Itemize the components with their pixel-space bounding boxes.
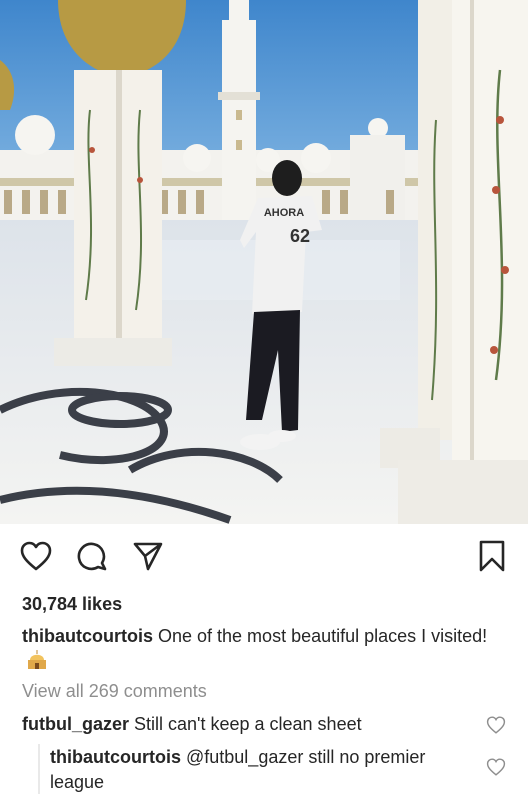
speech-bubble-icon (77, 541, 107, 576)
mosque-emoji-icon (26, 649, 48, 678)
caption-username[interactable]: thibautcourtois (22, 626, 153, 646)
jersey-name: AHORA (264, 207, 304, 219)
comment-text: Still can't keep a clean sheet (129, 714, 362, 734)
save-button[interactable] (472, 538, 512, 578)
post-photo[interactable]: AHORA 62 (0, 0, 528, 524)
paper-plane-icon (133, 541, 163, 576)
small-heart-icon (486, 716, 506, 738)
comment-button[interactable] (72, 538, 112, 578)
reply-username[interactable]: thibautcourtois (50, 747, 181, 767)
caption-text: One of the most beautiful places I visit… (153, 626, 488, 646)
comment-like-button[interactable] (486, 716, 506, 736)
small-heart-icon (486, 758, 506, 780)
bookmark-icon (478, 540, 506, 577)
minaret (218, 0, 260, 230)
heart-outline-icon (20, 541, 52, 576)
post-action-bar (0, 538, 528, 582)
reply-like-button[interactable] (486, 758, 506, 778)
reply-thread-line (38, 744, 40, 794)
share-button[interactable] (128, 538, 168, 578)
view-all-comments-link[interactable]: View all 269 comments (22, 681, 207, 702)
reply-comment: thibautcourtois @futbul_gazer still no p… (50, 745, 480, 795)
like-button[interactable] (16, 538, 56, 578)
comment: futbul_gazer Still can't keep a clean sh… (22, 712, 482, 737)
post-caption: thibautcourtois One of the most beautifu… (22, 624, 502, 678)
likes-count[interactable]: 30,784 likes (22, 594, 122, 615)
comment-username[interactable]: futbul_gazer (22, 714, 129, 734)
jersey-number: 62 (290, 226, 310, 246)
